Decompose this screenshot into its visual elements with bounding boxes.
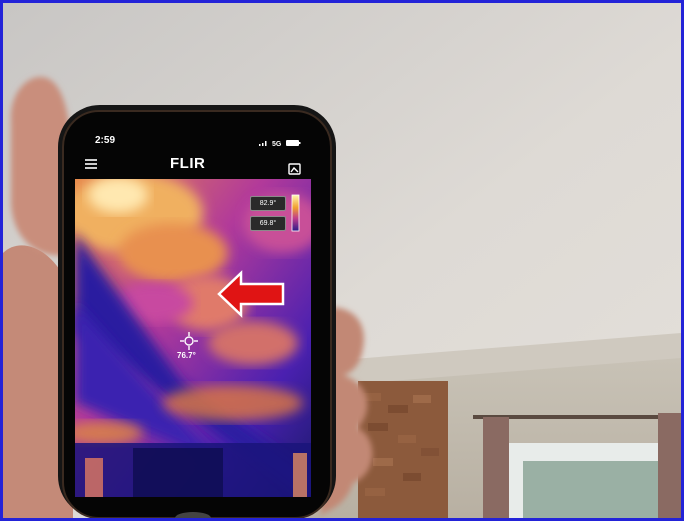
status-time: 2:59 bbox=[95, 135, 116, 146]
temperature-scale-bar bbox=[291, 194, 300, 232]
window-view bbox=[523, 461, 681, 518]
flir-logo: FLIR bbox=[170, 155, 206, 172]
scale-low-temp: 69.8° bbox=[250, 216, 286, 231]
scale-high-temp: 82.9° bbox=[250, 196, 286, 211]
photo-scene bbox=[3, 3, 681, 518]
photo-frame: 2:59 5G FLIR 82.9° 69.8° 76.7° bbox=[0, 0, 684, 521]
network-indicator: 5G bbox=[272, 141, 282, 148]
spot-temperature: 76.7° bbox=[177, 351, 196, 360]
battery-icon bbox=[286, 140, 301, 146]
curtain-left bbox=[483, 417, 509, 518]
curtain-right bbox=[658, 413, 681, 518]
